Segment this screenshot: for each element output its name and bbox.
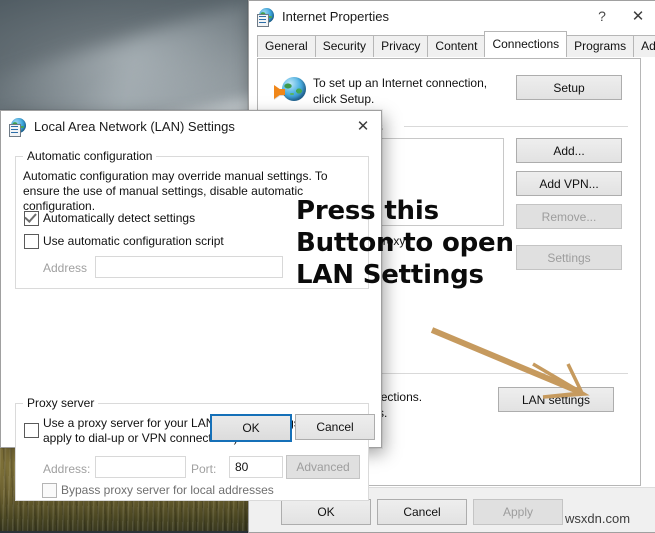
annotation-line-1: Press this: [296, 196, 439, 226]
annotation-line-2: Button to open: [296, 228, 514, 258]
add-button[interactable]: Add...: [516, 138, 622, 163]
proxy-address-label: Address:: [43, 462, 91, 476]
tab-programs[interactable]: Programs: [566, 35, 635, 57]
tab-advanced[interactable]: Advanced: [633, 35, 655, 57]
annotation-line-3: LAN Settings: [296, 260, 484, 290]
setup-button[interactable]: Setup: [516, 75, 622, 100]
vpn-group-rule: [404, 126, 628, 127]
cancel-button[interactable]: Cancel: [377, 499, 467, 525]
lan-dialog-title: Local Area Network (LAN) Settings: [34, 118, 235, 134]
close-icon[interactable]: ✕: [620, 2, 655, 31]
window-title: Internet Properties: [282, 8, 389, 24]
remove-button: Remove...: [516, 204, 622, 229]
auto-script-address-input[interactable]: [95, 256, 283, 278]
add-vpn-button[interactable]: Add VPN...: [516, 171, 622, 196]
proxy-advanced-button: Advanced: [286, 455, 360, 479]
pointer-arrow: [430, 327, 590, 399]
watermark: wsxdn.com: [565, 511, 631, 526]
lan-settings-titlebar: Local Area Network (LAN) Settings ✕: [1, 111, 381, 141]
tab-security[interactable]: Security: [314, 35, 375, 57]
auto-script-checkbox[interactable]: [24, 234, 39, 249]
tab-connections[interactable]: Connections: [484, 31, 568, 57]
lan-cancel-button[interactable]: Cancel: [295, 414, 375, 440]
use-proxy-checkbox[interactable]: [24, 423, 39, 438]
help-button[interactable]: ?: [584, 2, 620, 31]
apply-button: Apply: [473, 499, 563, 525]
proxy-port-label: Port:: [191, 462, 217, 476]
ok-button[interactable]: OK: [281, 499, 371, 525]
lan-ok-button[interactable]: OK: [210, 414, 292, 442]
close-icon[interactable]: ✕: [345, 112, 381, 141]
bypass-proxy-checkbox: [42, 483, 57, 498]
auto-detect-checkbox[interactable]: [24, 210, 39, 226]
globe-document-icon: [257, 7, 275, 27]
proxy-server-label: Proxy server: [23, 396, 99, 410]
setup-description: To set up an Internet connection, click …: [313, 76, 488, 106]
auto-script-address-label: Address: [43, 261, 88, 275]
bypass-proxy-label: Bypass proxy server for local addresses: [61, 483, 274, 497]
globe-with-orange-arrow-icon: [274, 77, 306, 103]
proxy-address-input[interactable]: [95, 456, 186, 478]
internet-properties-titlebar: Internet Properties ? ✕: [249, 1, 655, 31]
proxy-port-input[interactable]: 80: [229, 456, 283, 478]
tab-general[interactable]: General: [257, 35, 316, 57]
tab-bar: General Security Privacy Content Connect…: [257, 31, 655, 57]
auto-detect-label[interactable]: Automatically detect settings: [43, 211, 195, 226]
auto-script-label[interactable]: Use automatic configuration script: [43, 234, 224, 249]
tab-content[interactable]: Content: [427, 35, 486, 57]
globe-document-icon: [9, 117, 27, 137]
tab-privacy[interactable]: Privacy: [373, 35, 429, 57]
automatic-configuration-label: Automatic configuration: [23, 149, 157, 163]
settings-button: Settings: [516, 245, 622, 270]
